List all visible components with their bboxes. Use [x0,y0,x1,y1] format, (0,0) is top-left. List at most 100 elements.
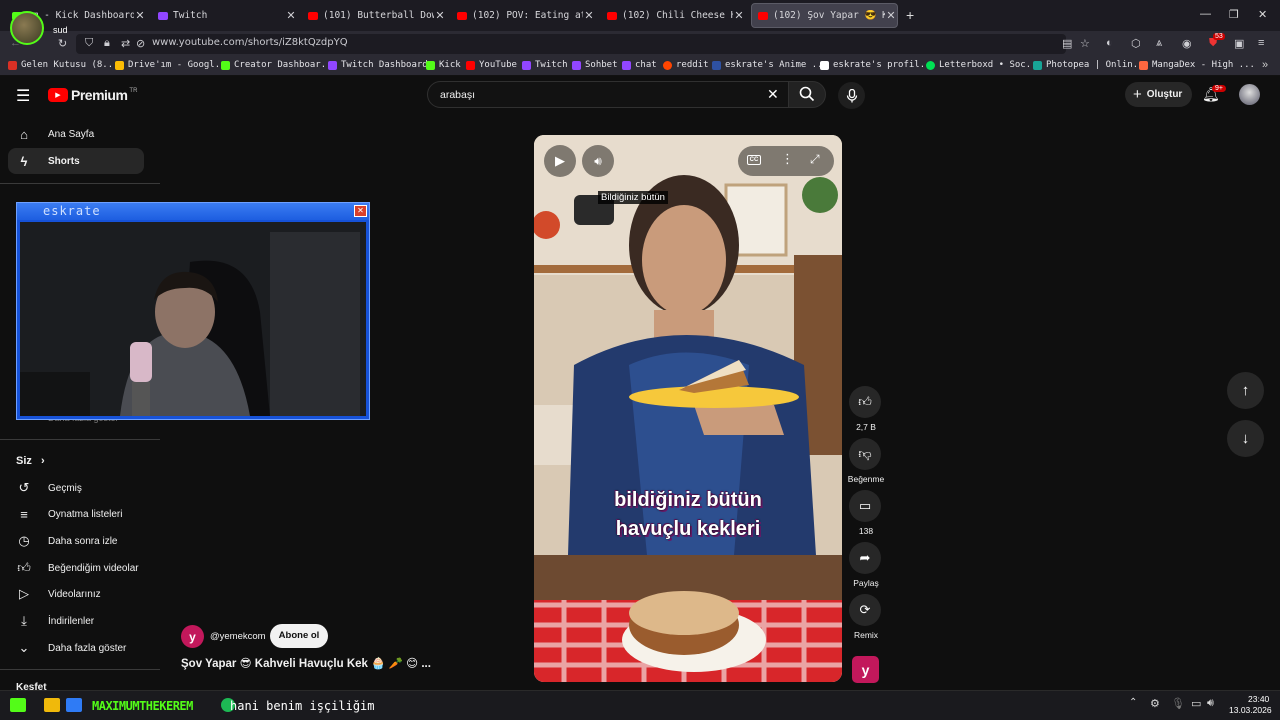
like-button[interactable]: 👍︎ [849,386,881,418]
subscribe-button[interactable]: Abone ol [270,624,328,648]
bookmark-chat[interactable]: chat [622,60,657,70]
extension-icon[interactable]: ◉ [1182,37,1192,50]
bookmark-reddit[interactable]: reddit [663,60,709,70]
sidebar-item-watch-later[interactable]: ◷ Daha sonra izle [8,528,144,554]
tray-overflow-icon[interactable]: ⌃ [1129,697,1137,708]
channel-avatar[interactable]: y [181,625,204,648]
network-tray-icon[interactable]: 🔊︎ [1207,697,1214,710]
bookmark-letterboxd[interactable]: Letterboxd • Soc... [926,60,1042,70]
close-icon[interactable]: ✕ [434,9,446,22]
tab-twitch[interactable]: Twitch ✕ [152,3,297,28]
account-avatar[interactable] [1239,84,1260,105]
extension-icon[interactable]: ◐ [1106,37,1113,49]
permissions-icon[interactable]: ⇄ [121,37,130,50]
bookmark-drive[interactable]: Drive'ım - Googl... [115,60,231,70]
share-button[interactable]: ➦ [849,542,881,574]
close-icon[interactable]: ✕ [885,9,897,22]
remix-button[interactable]: ⟳ [849,594,881,626]
bookmark-creator-dashboard[interactable]: Creator Dashboar... [221,60,337,70]
minimize-icon[interactable]: — [1200,8,1211,20]
bookmark-mangadex[interactable]: MangaDex - High ... [1139,60,1255,70]
webcam-window[interactable]: eskrate ✕ [16,202,370,420]
webcam-close-icon[interactable]: ✕ [354,205,367,217]
bookmark-twitch[interactable]: Twitch [522,60,568,70]
url-text[interactable]: www.youtube.com/shorts/iZ8ktQzdpYQ [152,37,348,48]
menu-icon[interactable]: ≡ [1258,37,1264,49]
voice-search-button[interactable] [838,82,865,109]
bookmark-sohbet[interactable]: Sohbet [572,60,618,70]
sidebar-item-history[interactable]: ↺ Geçmiş [8,475,144,501]
bookmark-twitch-dashboard[interactable]: Twitch Dashboard [328,60,428,70]
bookmark-photopea[interactable]: Photopea | Onlin... [1033,60,1149,70]
lock-icon[interactable]: 🔒︎ [104,37,110,50]
new-tab-button[interactable]: + [906,7,914,23]
tab-youtube-sov-yapar[interactable]: (102) Şov Yapar 😎 Kahv ✕ [751,3,898,28]
video-overlay-text-1: bildiğiniz bütün [614,489,762,511]
microphone-tray-icon[interactable]: 🎙︎ [1171,697,1185,710]
create-button[interactable]: + Oluştur [1125,82,1192,107]
close-icon[interactable]: ✕ [134,9,146,22]
next-short-button[interactable]: ↓ [1227,420,1264,457]
shield-icon[interactable]: ⛉ [85,37,93,50]
sidebar-item-show-more[interactable]: ⌄ Daha fazla göster [8,635,144,661]
kick-icon [221,60,230,70]
channel-name[interactable]: @yemekcom [210,631,266,642]
bookmark-anime-list[interactable]: eskrate's Anime ... [712,60,828,70]
sidebar-section-you[interactable]: Siz › [16,455,45,467]
reload-icon[interactable]: ↻ [58,37,67,50]
sidebar-item-your-videos[interactable]: ▷ Videolarınız [8,581,144,607]
extension-badge: 53 [1213,33,1225,40]
bookmarks-overflow-icon[interactable]: » [1262,59,1268,71]
sidebar-item-liked-videos[interactable]: 👍︎ Beğendiğim videolar [8,555,144,581]
profile-avatar[interactable] [10,11,44,45]
app-taskbar-icon[interactable] [44,698,60,712]
comments-button[interactable]: ▭ [849,490,881,522]
shorts-video-player[interactable]: ▶ 🔊︎ CC ⋮ ⤢ Bildiğiniz bütün bildiğiniz … [534,135,842,682]
tray-app-icon[interactable]: ⚙︎ [1150,697,1160,710]
tab-youtube-pov[interactable]: (102) POV: Eating at a ✕ [451,3,595,28]
sidebar-item-home[interactable]: ⌂ Ana Sayfa [8,121,144,147]
hamburger-menu-icon[interactable]: ☰ [16,86,30,106]
dislike-button[interactable]: 👎︎ [849,438,881,470]
short-title[interactable]: Şov Yapar 😎 Kahveli Havuçlu Kek 🧁 🥕 😊 ..… [181,656,431,670]
volume-button[interactable]: 🔊︎ [582,145,614,177]
reader-view-icon[interactable]: ▤ [1062,37,1072,50]
clock-date[interactable]: 13.03.2026 [1229,705,1272,715]
bookmark-youtube[interactable]: YouTube [466,60,517,70]
tab-youtube-butterball[interactable]: (101) Butterball Downst ✕ [302,3,446,28]
close-icon[interactable]: ✕ [285,9,297,22]
no-tracking-icon[interactable]: ⊘ [136,37,145,50]
channel-thumbnail-button[interactable]: y [852,656,879,683]
sidebar-item-downloads[interactable]: ⤓ İndirilenler [8,608,144,634]
clock-time[interactable]: 23:40 [1248,694,1269,704]
previous-short-button[interactable]: ↑ [1227,372,1264,409]
kick-taskbar-icon[interactable] [10,698,26,712]
extension-icon[interactable]: ⬡ [1131,37,1141,50]
bookmark-star-icon[interactable]: ☆ [1080,37,1090,50]
search-input[interactable] [427,81,789,108]
extension-icon[interactable]: ⩓ [1156,37,1162,50]
bookmark-gmail[interactable]: Gelen Kutusu (8... [8,60,119,70]
captions-icon[interactable]: CC [747,155,761,165]
sidebar-icon[interactable]: ▣ [1234,37,1244,50]
play-button[interactable]: ▶ [544,145,576,177]
close-icon[interactable]: ✕ [583,9,595,22]
remix-label: Remix [853,630,879,640]
webcam-title-bar[interactable]: eskrate ✕ [17,203,369,220]
twitch-icon [622,60,631,70]
clear-search-icon[interactable]: ✕ [767,86,779,103]
display-tray-icon[interactable]: ▭ [1191,697,1201,710]
window-close-icon[interactable]: ✕ [1258,8,1267,21]
sidebar-item-shorts[interactable]: ϟ Shorts [8,148,144,174]
more-options-icon[interactable]: ⋮ [781,151,794,167]
sidebar-item-playlists[interactable]: ≡ Oynatma listeleri [8,501,144,527]
close-icon[interactable]: ✕ [733,9,745,22]
fullscreen-icon[interactable]: ⤢ [810,152,820,167]
tab-youtube-chili[interactable]: (102) Chili Cheese Hot ✕ [601,3,745,28]
app-taskbar-icon[interactable] [66,698,82,712]
home-icon: ⌂ [20,126,28,142]
bookmark-profile[interactable]: eskrate's profil... [820,60,936,70]
maximize-icon[interactable]: ❐ [1229,8,1239,21]
bookmark-kick[interactable]: Kick [426,60,461,70]
youtube-logo[interactable]: ▶ Premium TR [48,87,137,103]
